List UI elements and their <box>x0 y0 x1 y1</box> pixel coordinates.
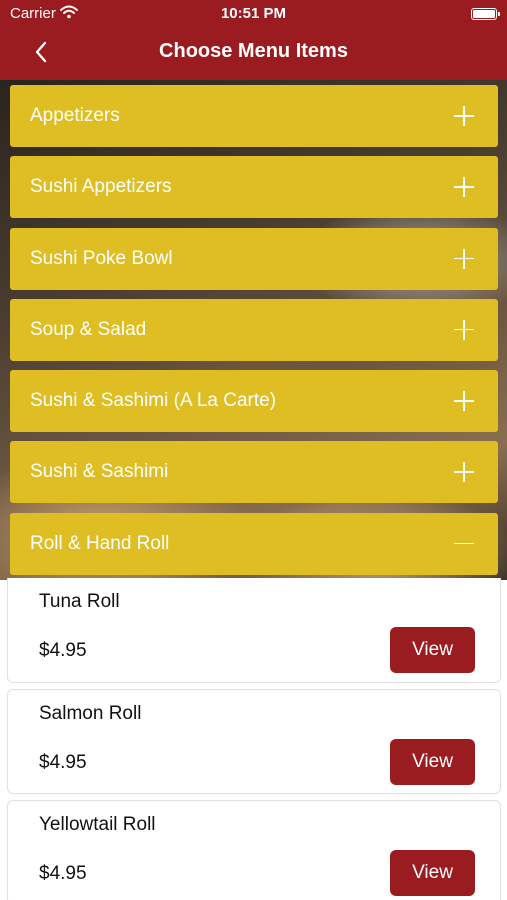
menu-item-card: Salmon Roll $4.95 View <box>7 689 501 794</box>
plus-icon <box>454 391 474 412</box>
navigation-bar: Carrier 10:51 PM Choose Menu Items <box>0 0 507 80</box>
view-button[interactable]: View <box>390 739 475 785</box>
category-soup-salad[interactable]: Soup & Salad <box>10 298 498 361</box>
category-label: Sushi & Sashimi <box>30 461 169 483</box>
category-list: Appetizers Sushi Appetizers Sushi Poke B… <box>10 85 498 584</box>
view-button[interactable]: View <box>390 850 475 896</box>
plus-icon <box>454 319 474 340</box>
battery-icon <box>471 8 500 20</box>
menu-item-card: Yellowtail Roll $4.95 View <box>7 800 501 900</box>
plus-icon <box>454 106 474 126</box>
item-price: $4.95 <box>39 863 87 884</box>
item-price: $4.95 <box>39 752 87 773</box>
category-sushi-sashimi-a-la-carte[interactable]: Sushi & Sashimi (A La Carte) <box>10 370 498 433</box>
category-roll-hand-roll[interactable]: Roll & Hand Roll <box>10 512 498 575</box>
status-time: 10:51 PM <box>220 5 287 22</box>
category-label: Sushi & Sashimi (A La Carte) <box>30 390 277 412</box>
plus-icon <box>454 177 474 198</box>
view-button[interactable]: View <box>390 627 475 673</box>
page-title: Choose Menu Items <box>159 40 348 62</box>
category-label: Roll & Hand Roll <box>30 532 170 554</box>
menu-items-list: Tuna Roll $4.95 View Salmon Roll $4.95 V… <box>7 578 501 900</box>
status-bar: Carrier 10:51 PM <box>0 0 507 28</box>
category-label: Appetizers <box>30 105 120 126</box>
item-name: Yellowtail Roll <box>39 814 156 835</box>
category-appetizers[interactable]: Appetizers <box>10 85 498 147</box>
menu-item-card: Tuna Roll $4.95 View <box>7 578 501 683</box>
minus-icon <box>454 534 474 554</box>
item-name: Tuna Roll <box>39 591 120 612</box>
plus-icon <box>454 248 474 269</box>
category-sushi-poke-bowl[interactable]: Sushi Poke Bowl <box>10 227 498 290</box>
category-sushi-sashimi[interactable]: Sushi & Sashimi <box>10 441 498 504</box>
category-label: Sushi Poke Bowl <box>30 247 173 269</box>
item-price: $4.95 <box>39 640 87 661</box>
category-label: Sushi Appetizers <box>30 176 172 198</box>
item-name: Salmon Roll <box>39 703 142 724</box>
category-sushi-appetizers[interactable]: Sushi Appetizers <box>10 156 498 219</box>
category-label: Soup & Salad <box>30 318 147 340</box>
plus-icon <box>454 462 474 483</box>
